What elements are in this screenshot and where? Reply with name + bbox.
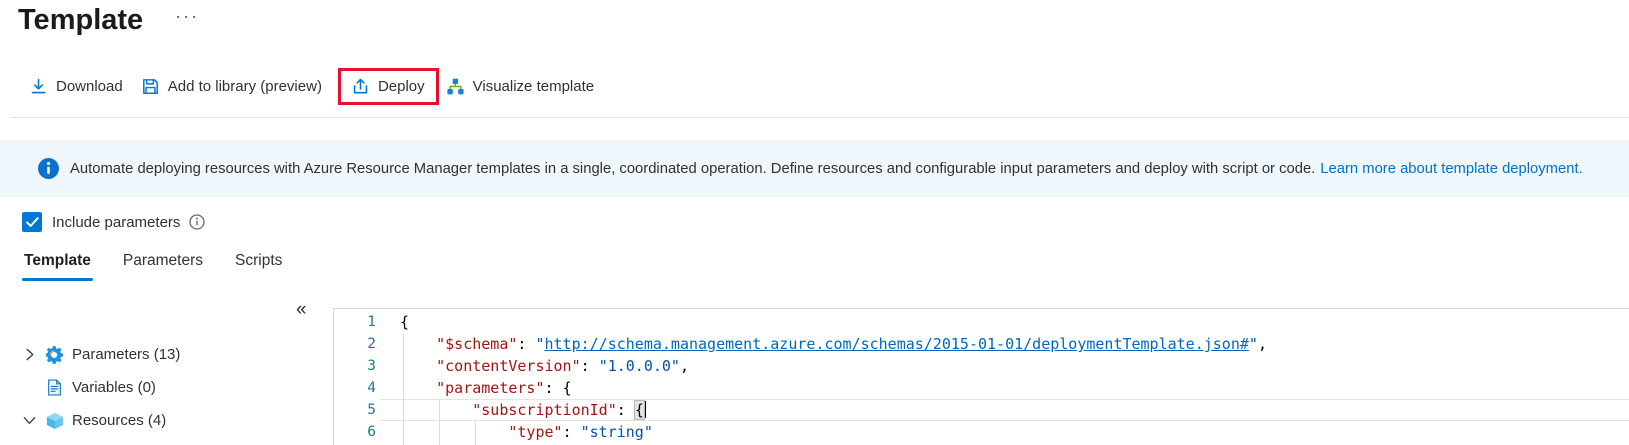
- code-line-5[interactable]: 5 "subscriptionId": {: [334, 399, 1629, 421]
- document-icon: [46, 378, 64, 397]
- tab-parameters[interactable]: Parameters: [123, 252, 203, 281]
- code-line-4[interactable]: 4 "parameters": {: [334, 377, 1629, 399]
- tree-item-parameters[interactable]: Parameters (13): [22, 338, 292, 371]
- code-line-6[interactable]: 6 "type": "string": [334, 421, 1629, 443]
- info-outline-icon[interactable]: [189, 214, 206, 230]
- toolbar-divider: [10, 117, 1629, 118]
- include-parameters-row: Include parameters: [22, 212, 206, 232]
- code-line-content: "$schema": "http://schema.management.azu…: [436, 335, 1267, 353]
- visualize-template-button[interactable]: Visualize template: [447, 68, 594, 105]
- tree-item-label: Variables (0): [72, 379, 156, 396]
- page-header: Template ···: [18, 4, 199, 37]
- code-line-3[interactable]: 3 "contentVersion": "1.0.0.0",: [334, 355, 1629, 377]
- add-to-library-button[interactable]: Add to library (preview): [142, 68, 322, 105]
- upload-icon: [352, 78, 369, 95]
- tree-item-label: Resources (4): [72, 412, 167, 429]
- flowchart-icon: [447, 78, 464, 95]
- download-button[interactable]: Download: [30, 68, 123, 105]
- tree-item-resources[interactable]: Resources (4): [22, 404, 292, 437]
- tree-item-label: Parameters (13): [72, 346, 181, 363]
- save-icon: [142, 78, 159, 95]
- deploy-label: Deploy: [377, 78, 425, 95]
- line-number: 5: [367, 402, 376, 418]
- code-line-content: "contentVersion": "1.0.0.0",: [436, 357, 689, 375]
- include-parameters-label: Include parameters: [52, 213, 181, 231]
- chevron-down-icon[interactable]: [22, 413, 38, 429]
- include-parameters-checkbox[interactable]: [22, 212, 42, 232]
- code-line-content: "subscriptionId": {: [472, 400, 646, 420]
- line-number: 3: [367, 358, 376, 374]
- code-line-content: {: [400, 313, 410, 331]
- page-title: Template: [18, 4, 144, 36]
- text-cursor: [643, 401, 646, 418]
- no-expander: [22, 380, 38, 396]
- info-banner: Automate deploying resources with Azure …: [0, 140, 1629, 197]
- visualize-template-label: Visualize template: [472, 78, 595, 95]
- line-number: 6: [367, 424, 376, 440]
- line-number: 2: [367, 336, 376, 352]
- cube-icon: [46, 412, 64, 430]
- line-number: 4: [367, 380, 376, 396]
- add-to-library-label: Add to library (preview): [167, 78, 322, 95]
- collapse-panel-button[interactable]: «: [296, 299, 307, 321]
- chevron-right-icon[interactable]: [22, 347, 38, 363]
- download-label: Download: [56, 78, 123, 95]
- gear-icon: [46, 345, 64, 364]
- code-line-content: "parameters": {: [436, 379, 572, 397]
- code-line-2[interactable]: 2 "$schema": "http://schema.management.a…: [334, 333, 1629, 355]
- code-line-1[interactable]: 1{: [334, 311, 1629, 333]
- line-number: 1: [367, 314, 376, 330]
- learn-more-link[interactable]: Learn more about template deployment.: [1320, 161, 1582, 177]
- context-menu-ellipsis-icon[interactable]: ···: [175, 6, 199, 27]
- code-editor[interactable]: 1{2 "$schema": "http://schema.management…: [333, 308, 1629, 445]
- toolbar: Download Add to library (preview) Deploy Vi…: [30, 68, 613, 105]
- info-icon: [38, 158, 59, 179]
- tree-item-variables[interactable]: Variables (0): [22, 371, 292, 404]
- template-outline-tree: Parameters (13) Variables (0) Resources (4…: [22, 338, 292, 437]
- tab-bar: Template Parameters Scripts: [22, 252, 282, 281]
- tab-template[interactable]: Template: [22, 252, 93, 281]
- download-icon: [30, 78, 47, 95]
- tab-scripts[interactable]: Scripts: [235, 252, 282, 281]
- deploy-button[interactable]: Deploy: [337, 68, 439, 105]
- banner-text: Automate deploying resources with Azure …: [70, 160, 1316, 177]
- code-line-content: "type": "string": [508, 423, 653, 441]
